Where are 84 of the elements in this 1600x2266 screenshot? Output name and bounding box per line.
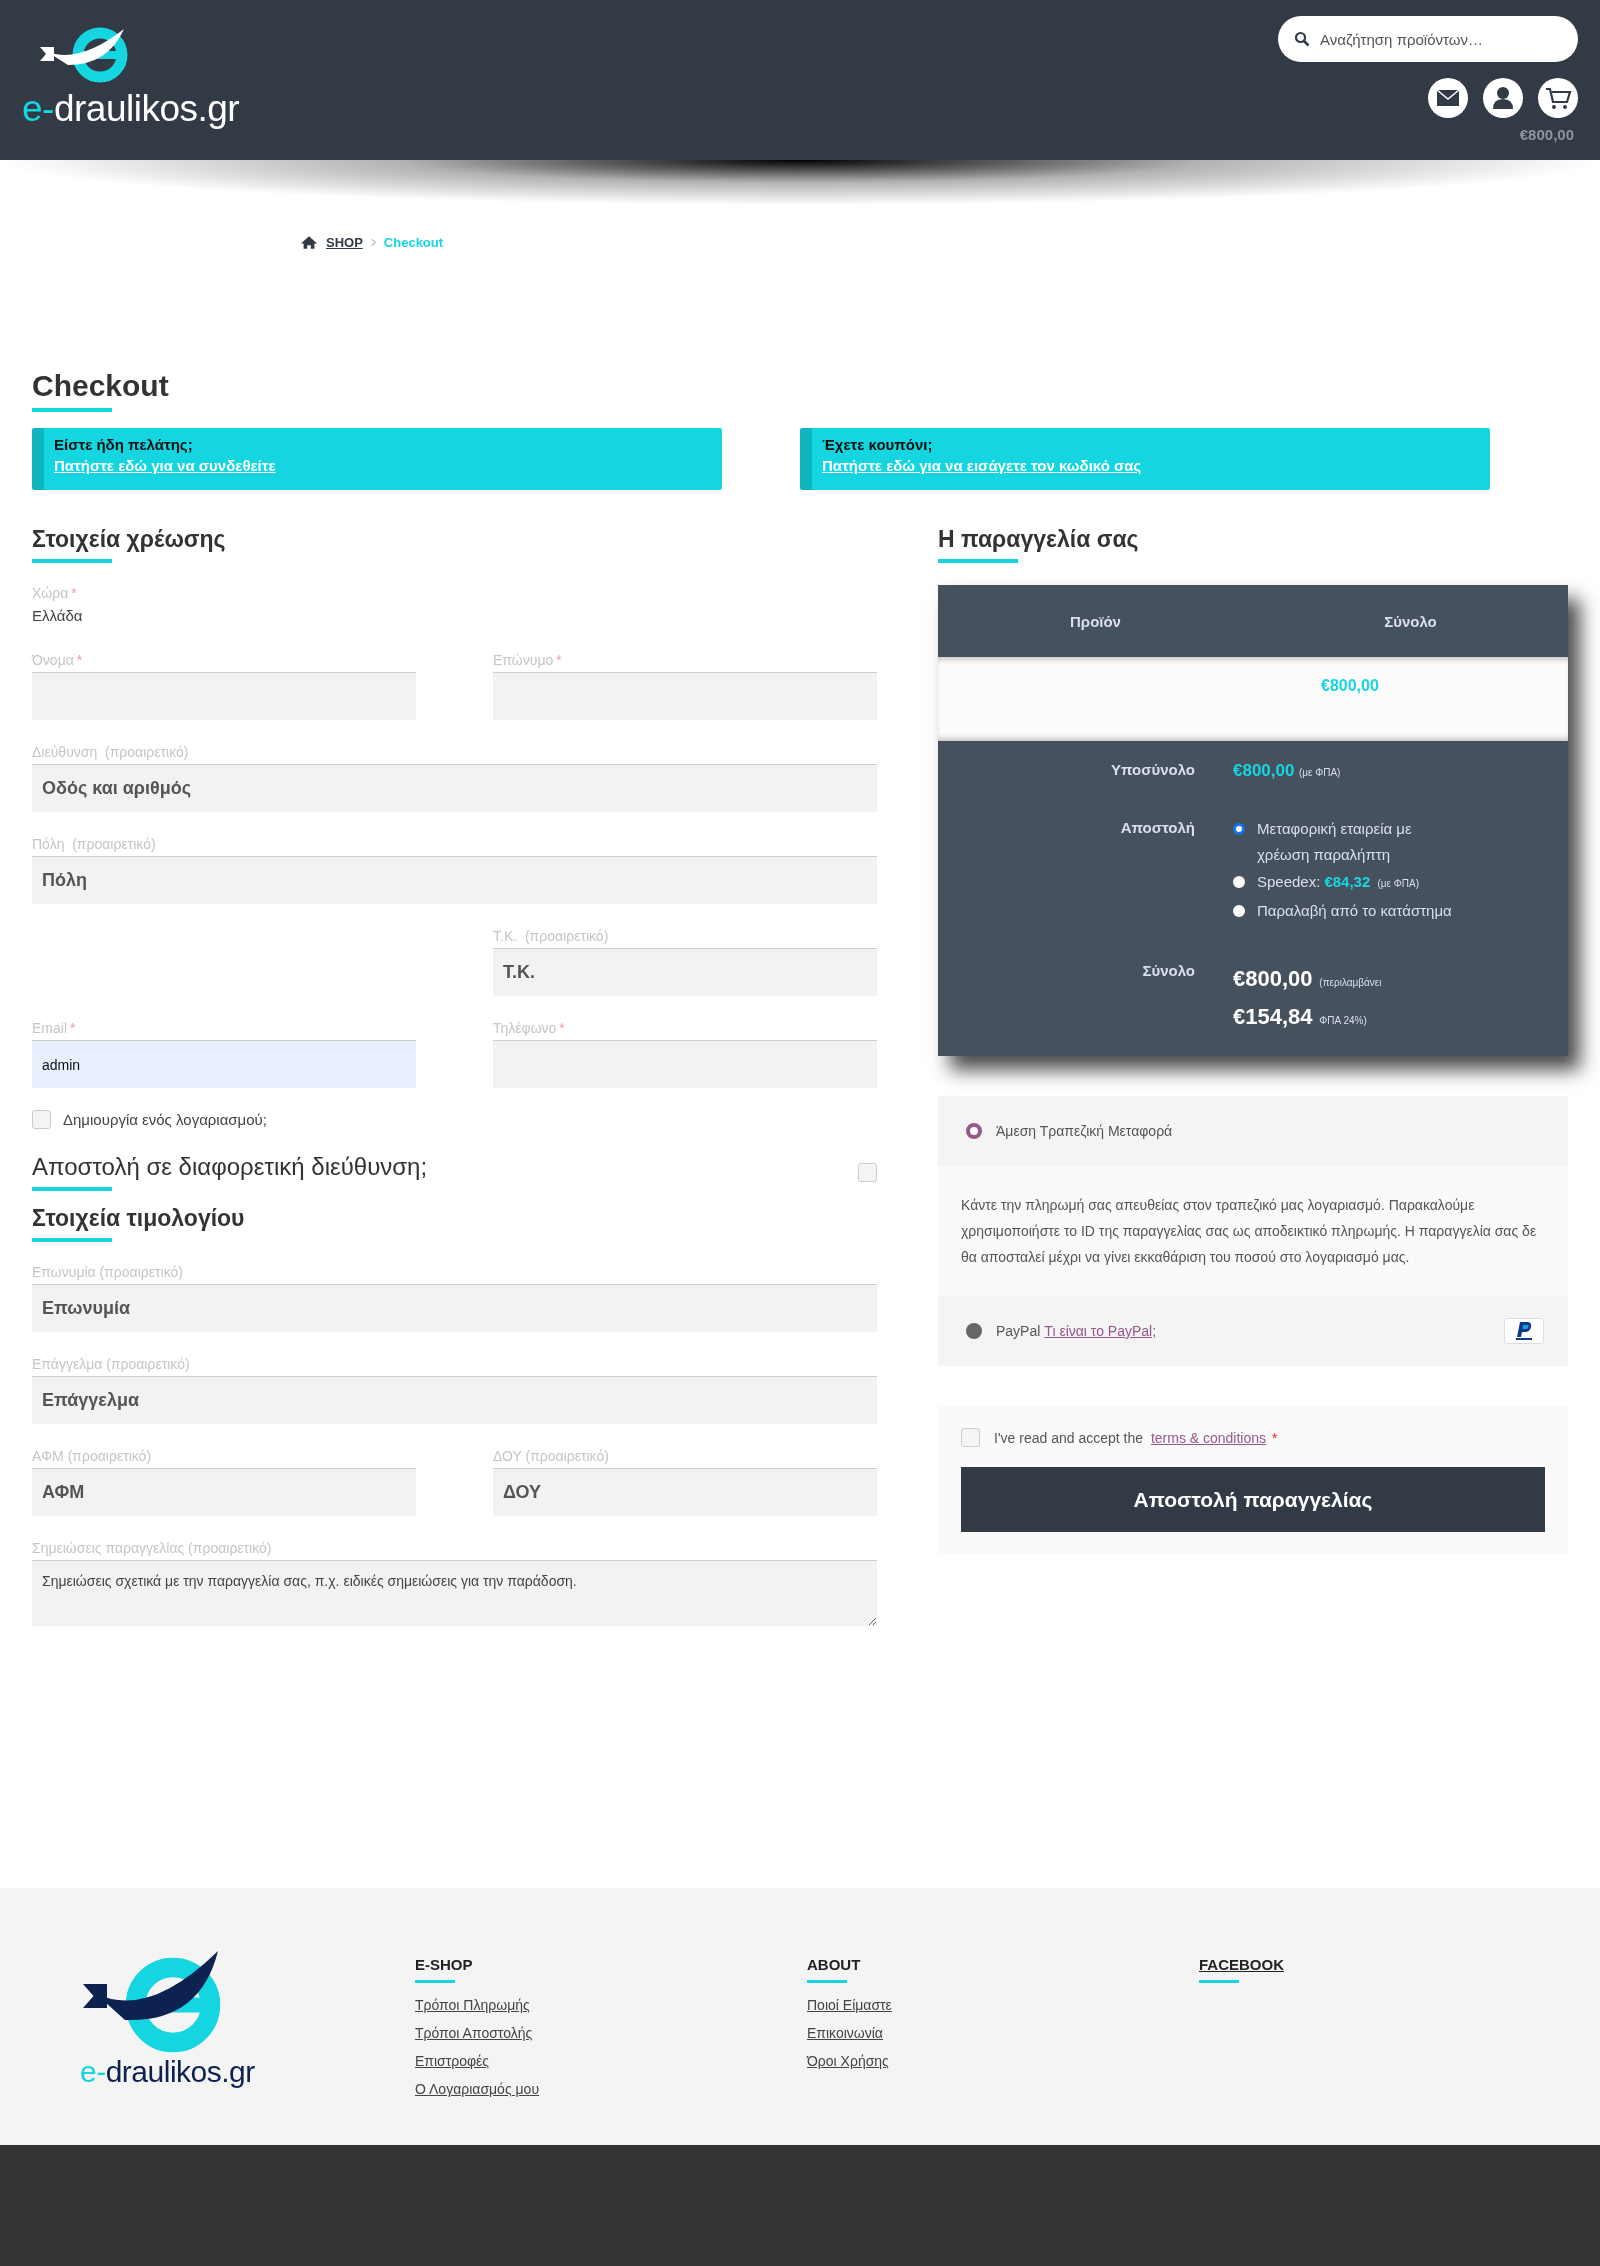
section-heading: Στοιχεία τιμολογίου [32,1205,245,1242]
text-field[interactable]: ΑΦΜ [32,1468,416,1516]
text-field[interactable]: Επωνυμία [32,1284,877,1332]
logo-text[interactable]: e-draulikos.gr [80,2055,415,2089]
radio-button[interactable] [966,1323,982,1339]
field-label: Τ.Κ. (προαιρετικό) [493,928,610,944]
checkbox[interactable] [961,1428,980,1447]
field-label: Πόλη (προαιρετικό) [32,836,157,852]
field-label: Email * [32,1020,77,1036]
country-value[interactable]: Ελλάδα [32,607,877,624]
row-label: Αποστολή [1119,819,1195,838]
payment-option[interactable]: PayPal Τι είναι το PayPal; [996,1323,1490,1339]
section-heading: Η παραγγελία σας [938,526,1139,563]
field-label: Διεύθυνση (προαιρετικό) [32,744,190,760]
cart-icon[interactable] [1538,78,1578,118]
text-field[interactable]: Τ.Κ. [493,948,877,996]
breadcrumb-current: Checkout [383,235,444,250]
field-label: Επωνυμία (προαιρετικό) [32,1264,184,1280]
chevron-icon [370,238,376,247]
text-field[interactable] [493,1040,877,1088]
checkbox[interactable] [858,1162,877,1182]
terms-link[interactable]: terms & conditions [1150,1429,1267,1446]
field-label: Επώνυμο * [493,652,563,668]
payment-description: Κάντε την πληρωμή σας απευθείας στον τραπεζικό μας λογαριασμό. Παρακαλούμε χρησιμοποιήστε το ID της παραγγελίας σας ως αποδεικτικό πληρωμής. Η παραγγελία σας δε θα αποσταλεί μέχρι να γίνει εκκαθάριση του ποσού στο λογαριασμό μας. [960,1196,1538,1267]
subtotal-amount: €800,00 [1233,761,1295,780]
field-label: Επάγγελμα (προαιρετικό) [32,1356,191,1372]
tax-note: (με ΦΠΑ) [1298,767,1341,778]
text-field[interactable]: ΔΟΥ [493,1468,877,1516]
footer-heading-link[interactable]: FACEBOOK [1199,1956,1284,1983]
field-label: ΔΟΥ (προαιρετικό) [493,1448,610,1464]
section-heading: Στοιχεία χρέωσης [32,526,226,563]
radio-button[interactable] [1233,876,1245,888]
radio-button[interactable] [1233,823,1245,835]
shipping-option[interactable]: Μεταφορική εταιρεία με χρέωση παραλήπτη [1257,816,1457,868]
item-total: €800,00 [1321,677,1380,696]
footer-link[interactable]: Ο Λογαριασμός μου [415,2081,540,2097]
footer-link[interactable]: Επικοινωνία [807,2025,883,2041]
shipping-option[interactable]: Παραλαβή από το κατάστημα [1257,898,1457,924]
payment-option[interactable]: Άμεση Τραπεζική Μεταφορά [996,1123,1544,1139]
checkbox-label: Δημιουργία ενός λογαριασμού; [63,1111,267,1128]
text-field[interactable]: Οδός και αριθμός [32,764,877,812]
footer-link[interactable]: Επιστροφές [415,2053,490,2069]
notice-title: Είστε ήδη πελάτης; [54,436,194,453]
field-label: Σημειώσεις παραγγελίας (προαιρετικό) [32,1540,273,1556]
radio-button[interactable] [1233,905,1245,917]
cart-total: €800,00 [1519,126,1574,143]
text-field[interactable] [32,672,416,720]
footer-heading: ABOUT [807,1956,861,1983]
info-link[interactable]: Τι είναι το PayPal; [1044,1323,1157,1339]
home-icon[interactable] [300,235,318,250]
radio-button[interactable] [966,1123,982,1139]
column-header: Σύνολο [1383,612,1438,630]
page-title: Checkout [32,368,169,412]
order-total: €800,00 (περιλαμβάνει €154,84 ΦΠΑ 24%) [1233,965,1383,1031]
place-order-button[interactable]: Αποστολή παραγγελίας [961,1467,1545,1532]
footer-heading: E-SHOP [415,1956,473,1983]
paypal-logo-icon [1504,1318,1544,1344]
column-header: Προϊόν [1069,612,1122,630]
search-field[interactable]: Αναζήτηση προϊόντων… [1278,16,1578,62]
field-label: Χώρα * [32,585,78,601]
checkbox[interactable] [32,1110,51,1129]
text-field[interactable] [493,672,877,720]
text-field[interactable]: admin [32,1040,416,1088]
logo-text[interactable]: e-draulikos.gr [22,90,240,127]
section-heading: Αποστολή σε διαφορετική διεύθυνση; [32,1153,428,1191]
field-label: Όνομα * [32,652,84,668]
footer-link[interactable]: Όροι Χρήσης [807,2053,889,2069]
mail-icon[interactable] [1428,78,1468,118]
breadcrumb-link[interactable]: SHOP [326,235,363,250]
terms-text: I've read and accept the terms & conditions * [994,1429,1278,1446]
user-icon[interactable] [1483,78,1523,118]
notice-title: Έχετε κουπόνι; [822,436,934,453]
row-label: Υποσύνολο [1109,761,1195,780]
shipping-option[interactable]: Speedex: €84,32 (με ΦΠΑ) [1257,869,1457,897]
field-label: ΑΦΜ (προαιρετικό) [32,1448,153,1464]
text-field[interactable]: Πόλη [32,856,877,904]
footer-link[interactable]: Ποιοί Είμαστε [807,1997,892,2013]
notes-field[interactable]: Σημειώσεις σχετικά με την παραγγελία σας, π.χ. ειδικές σημειώσεις για την παράδοση. [32,1560,877,1626]
footer-link[interactable]: Τρόποι Πληρωμής [415,1997,530,2013]
search-icon [1294,31,1310,47]
row-label: Σύνολο [1141,962,1195,981]
text-field[interactable]: Επάγγελμα [32,1376,877,1424]
footer-link[interactable]: Τρόποι Αποστολής [415,2025,533,2041]
field-label: Τηλέφωνο * [493,1020,566,1036]
